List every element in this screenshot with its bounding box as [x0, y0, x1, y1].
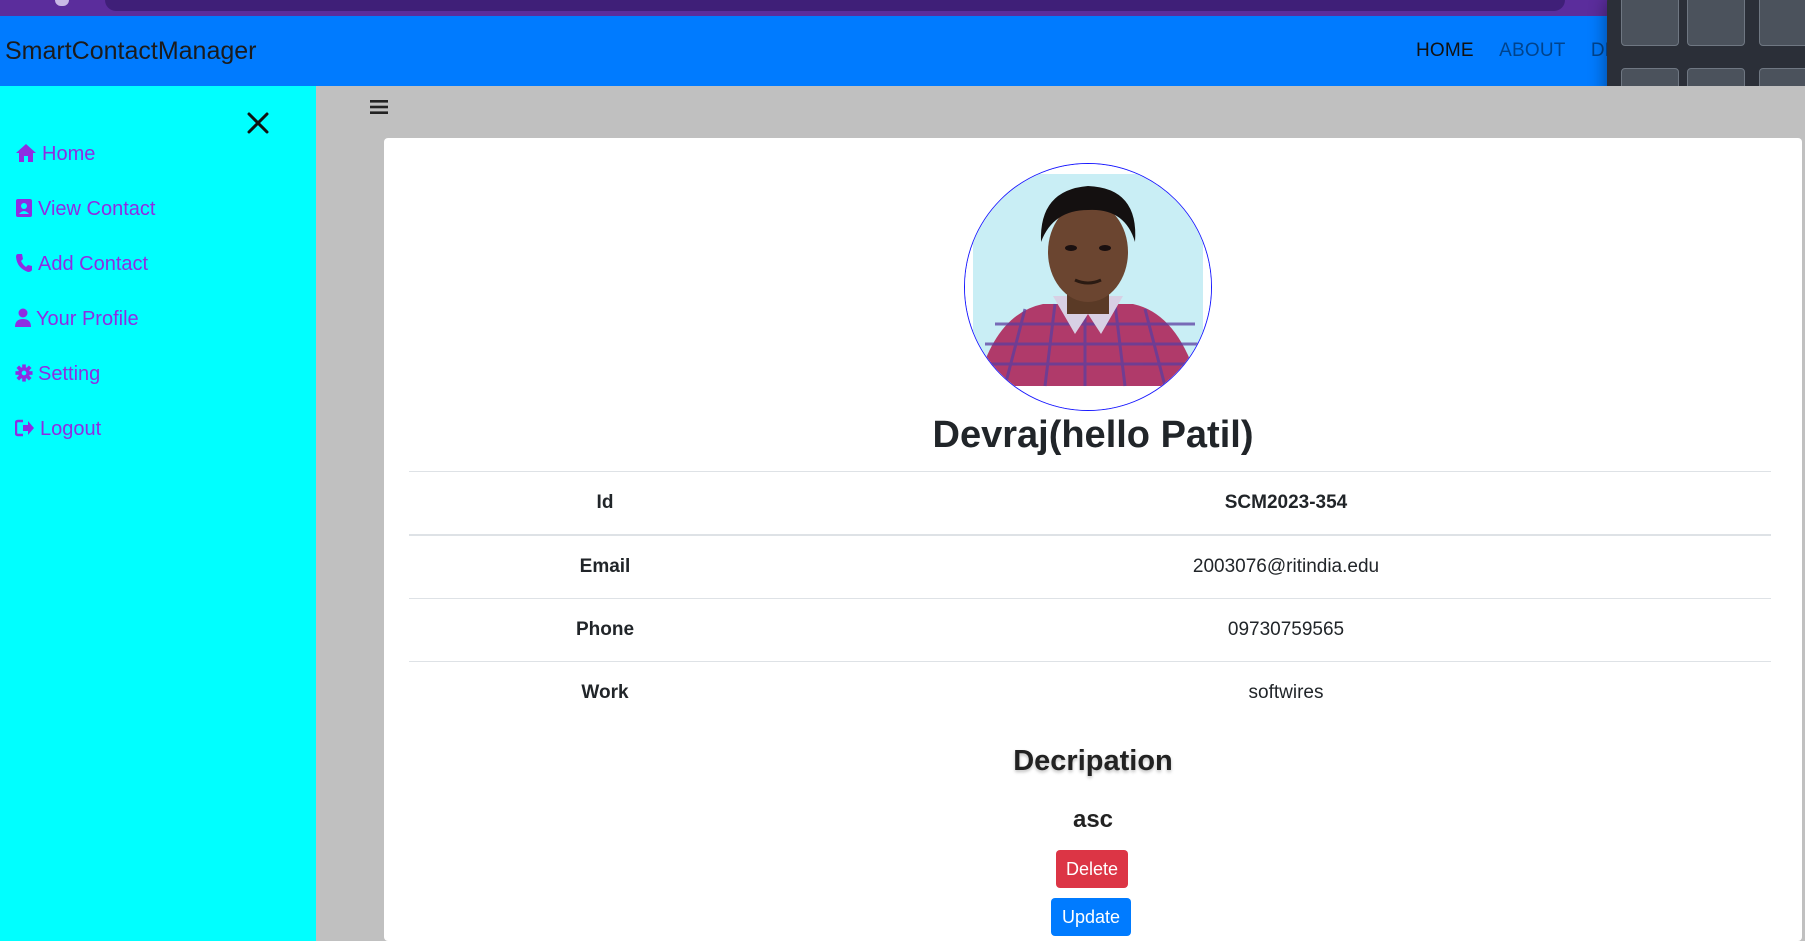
top-navbar: SmartContactManager HOME ABOUT DEV: [0, 16, 1805, 86]
sidebar-item-label: Add Contact: [38, 253, 149, 275]
table-row: Work softwires: [409, 661, 1771, 724]
contact-name: Devraj(hello Patil): [932, 414, 1254, 456]
sidebar-item-label: Home: [42, 143, 96, 165]
address-card-icon: [16, 199, 32, 217]
sidebar-item-label: Your Profile: [36, 308, 139, 330]
sidebar-item-view-contact[interactable]: View Contact: [15, 194, 155, 224]
close-icon[interactable]: [243, 108, 273, 138]
row-value: SCM2023-354: [801, 471, 1771, 536]
browser-button[interactable]: [55, 0, 69, 6]
profile-photo: [965, 164, 1211, 410]
row-key: Id: [409, 471, 801, 536]
description-heading: Decripation: [1013, 745, 1173, 777]
user-icon: [15, 308, 31, 327]
nav-home[interactable]: HOME: [1416, 40, 1474, 61]
sidebar-item-label: Setting: [38, 363, 101, 385]
home-icon: [16, 144, 36, 162]
sidebar-item-add-contact[interactable]: Add Contact: [15, 249, 148, 279]
row-value: softwires: [801, 661, 1771, 724]
gear-icon: [15, 364, 33, 382]
sign-out-icon: [14, 419, 34, 437]
snap-tile[interactable]: [1759, 0, 1805, 46]
row-key: Phone: [409, 598, 801, 662]
row-key: Work: [409, 661, 801, 724]
contact-detail-card: ​ Devraj(hello Patil) Id SCM2023-354 Ema…: [384, 138, 1802, 941]
table-row: Phone 09730759565: [409, 598, 1771, 662]
nav-about[interactable]: ABOUT: [1499, 40, 1565, 61]
main-content: ​ Devraj(hello Patil) Id SCM2023-354 Ema…: [316, 86, 1805, 941]
phone-icon: [16, 254, 32, 272]
address-bar[interactable]: [105, 0, 1565, 11]
row-value: 2003076@ritindia.edu: [801, 534, 1771, 599]
table-row: Email 2003076@ritindia.edu: [409, 534, 1771, 599]
sidebar-item-your-profile[interactable]: Your Profile: [15, 304, 139, 334]
contact-info-table: Id SCM2023-354 Email 2003076@ritindia.ed…: [409, 471, 1771, 724]
table-row: Id SCM2023-354: [409, 471, 1771, 536]
sidebar-item-label: View Contact: [38, 198, 156, 220]
sidebar-item-logout[interactable]: Logout: [14, 414, 102, 444]
sidebar-item-setting[interactable]: Setting: [15, 359, 100, 389]
brand-title[interactable]: SmartContactManager: [5, 16, 257, 86]
sidebar-item-label: Logout: [40, 418, 102, 440]
row-key: Email: [409, 534, 801, 599]
contact-avatar: [964, 163, 1212, 411]
sidebar: Home View Contact Add Contact Your Profi…: [0, 86, 316, 941]
browser-toolbar: [0, 0, 1805, 16]
snap-tile[interactable]: [1621, 0, 1679, 46]
hamburger-menu-icon[interactable]: [369, 96, 391, 118]
sidebar-item-home[interactable]: Home: [15, 139, 95, 169]
row-value: 09730759565: [801, 598, 1771, 662]
description-text: asc: [1072, 806, 1114, 833]
update-button[interactable]: Update: [1051, 898, 1131, 936]
delete-button[interactable]: Delete: [1056, 850, 1128, 888]
snap-tile[interactable]: [1687, 0, 1745, 46]
